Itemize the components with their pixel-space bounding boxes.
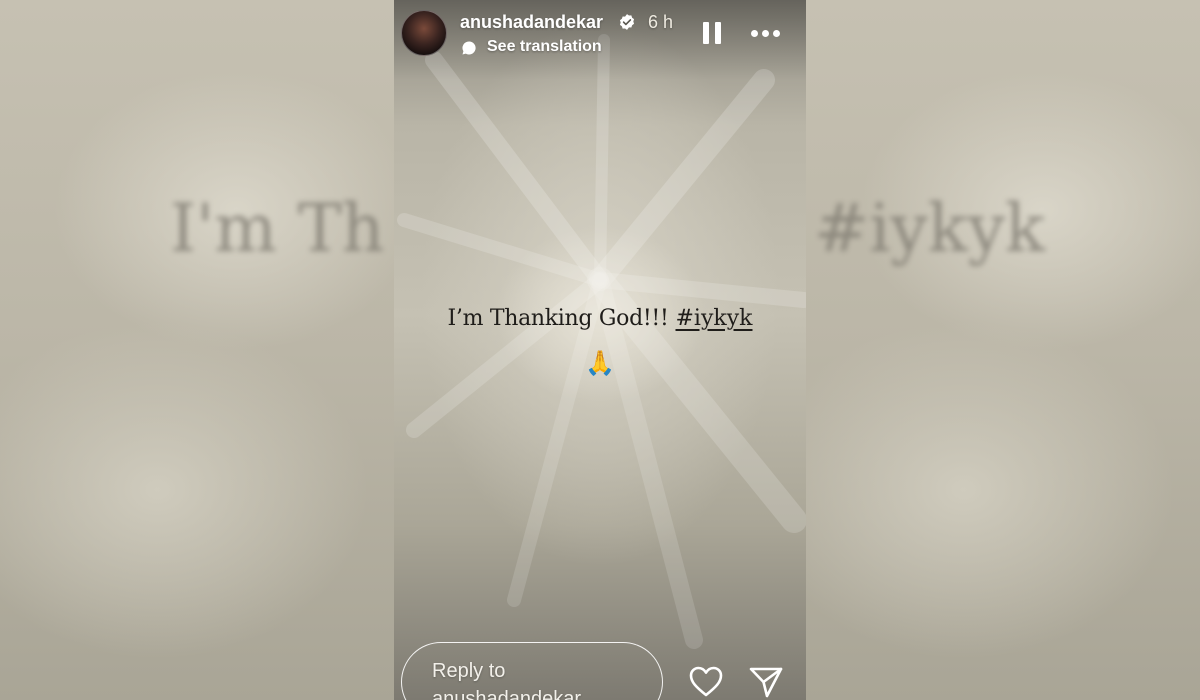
story-caption: I’m Thanking God!!! #iykyk (394, 306, 806, 331)
speech-bubble-icon (462, 41, 476, 55)
caption-text: I’m Thanking God!!! (447, 306, 669, 331)
pause-button[interactable] (700, 20, 724, 46)
see-translation-link[interactable]: See translation (487, 38, 602, 56)
reply-input[interactable]: Reply to anushadandekar (401, 642, 663, 700)
verified-badge-icon (619, 14, 635, 30)
time-ago: 6 h (648, 12, 674, 32)
more-options-button[interactable] (750, 22, 782, 44)
paper-plane-icon (749, 667, 783, 698)
more-dot-2 (762, 30, 769, 37)
pause-icon-bar-left (703, 22, 709, 44)
story-viewer[interactable]: anushadandekar 6 h See translation I’m T… (394, 0, 806, 700)
pause-icon-bar-right (715, 22, 721, 44)
more-dot-1 (751, 30, 758, 37)
praying-hands-emoji: 🙏 (585, 350, 615, 377)
blurred-backdrop-right: #iykyk (806, 0, 1200, 700)
backdrop-caption-right: #iykyk (814, 190, 1045, 267)
username[interactable]: anushadandekar (460, 12, 603, 33)
share-button[interactable] (748, 664, 784, 700)
like-button[interactable] (688, 664, 724, 700)
heart-icon (689, 666, 723, 697)
more-dot-3 (773, 30, 780, 37)
hashtag-link[interactable]: #iykyk (676, 306, 753, 331)
backdrop-caption-left: I'm Th (170, 190, 385, 267)
reply-placeholder: Reply to anushadandekar (432, 660, 582, 700)
blurred-backdrop-left: I'm Th (0, 0, 394, 700)
avatar[interactable] (401, 10, 447, 56)
